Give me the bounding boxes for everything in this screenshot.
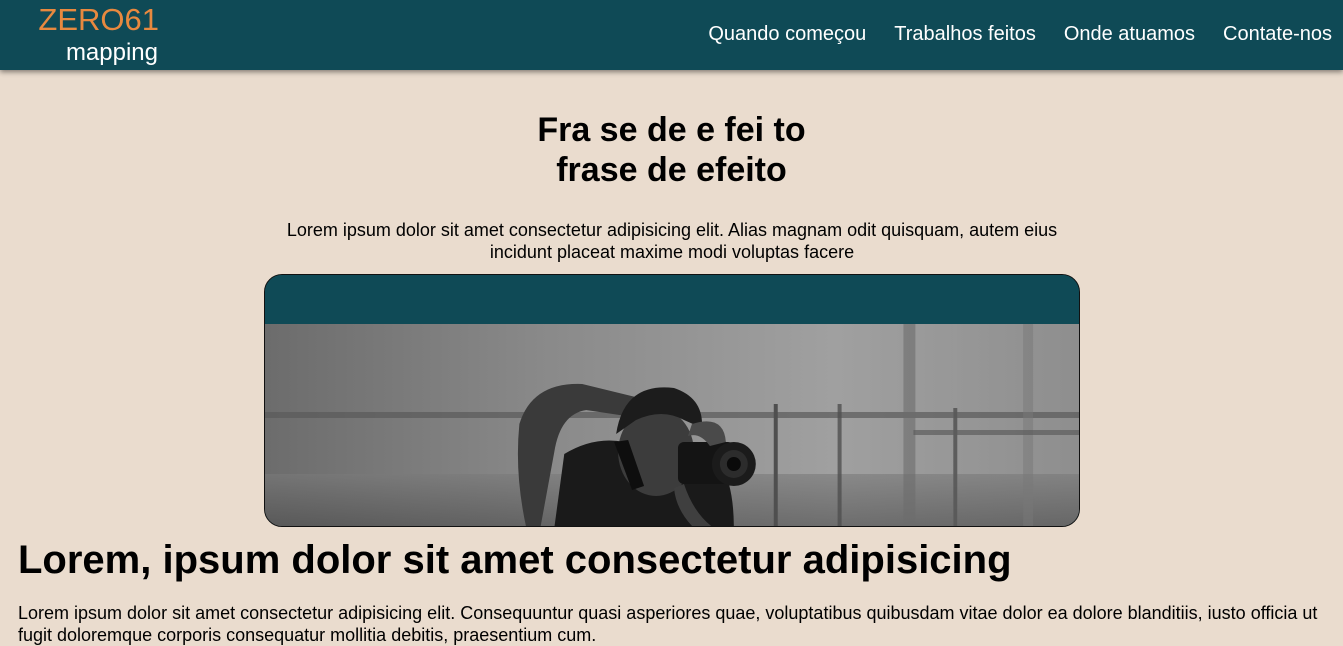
hero-title-line-2: frase de efeito	[556, 151, 787, 189]
logo-subtitle: mapping	[65, 39, 158, 66]
hero-media-card	[264, 274, 1080, 527]
nav-link-trabalhos-feitos[interactable]: Trabalhos feitos	[894, 22, 1036, 46]
logo-wordmark: ZERO61	[38, 2, 159, 37]
section-text: Lorem ipsum dolor sit amet consectetur a…	[18, 603, 1318, 645]
hero-title-line-1: Fra se de e fei to	[537, 111, 806, 149]
site-header: ZERO61 mapping Quando começou Trabalhos …	[0, 0, 1343, 70]
logo[interactable]: ZERO61 mapping	[0, 0, 160, 70]
hero-text: Lorem ipsum dolor sit amet consectetur a…	[286, 220, 1058, 262]
section-title: Lorem, ipsum dolor sit amet consectetur …	[18, 538, 1012, 582]
photographer-photo	[265, 324, 1079, 526]
media-card-header-band	[265, 275, 1079, 324]
nav-link-quando-comecou[interactable]: Quando começou	[708, 22, 866, 46]
nav-link-contate-nos[interactable]: Contate-nos	[1223, 22, 1332, 46]
main-nav: Quando começou Trabalhos feitos Onde atu…	[708, 22, 1332, 46]
nav-link-onde-atuamos[interactable]: Onde atuamos	[1064, 22, 1195, 46]
hero-title: Fra se de e fei to frase de efeito	[0, 110, 1343, 190]
